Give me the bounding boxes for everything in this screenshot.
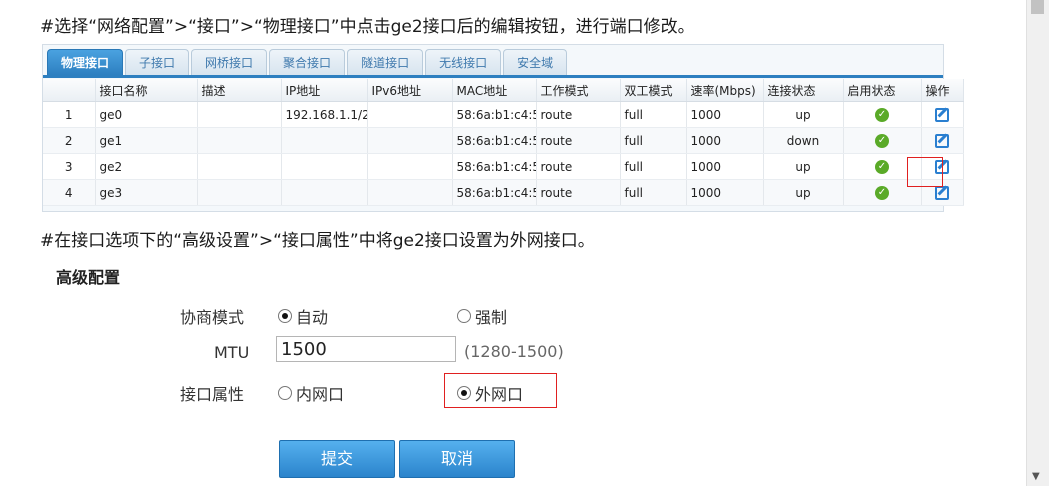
radio-unselected-icon[interactable] bbox=[278, 386, 292, 400]
row-desc bbox=[197, 127, 282, 154]
row-name: ge0 bbox=[95, 101, 198, 128]
mtu-input[interactable] bbox=[276, 336, 456, 362]
row-speed: 1000 bbox=[686, 127, 764, 154]
edit-icon[interactable] bbox=[935, 107, 949, 122]
tab-underline bbox=[43, 75, 943, 78]
tab-sub-interface[interactable]: 子接口 bbox=[125, 49, 190, 75]
row-desc bbox=[197, 153, 282, 180]
row-ipv6 bbox=[367, 127, 453, 154]
col-header-name[interactable]: 接口名称 bbox=[95, 79, 198, 102]
advanced-config-title: 高级配置 bbox=[56, 268, 121, 287]
row-link: up bbox=[763, 101, 844, 128]
row-speed: 1000 bbox=[686, 153, 764, 180]
row-mac: 58:6a:b1:c4:5 bbox=[452, 127, 537, 154]
wan-option-highlight bbox=[444, 373, 557, 408]
col-header-speed[interactable]: 速率(Mbps) bbox=[686, 79, 764, 102]
instruction-line-1: #选择“网络配置”>“接口”>“物理接口”中点击ge2接口后的编辑按钮，进行端口… bbox=[40, 17, 695, 37]
col-header-index bbox=[43, 79, 96, 102]
check-circle-icon: ✓ bbox=[875, 133, 889, 148]
interface-table: 接口名称 描述 IP地址 IPv6地址 MAC地址 工作模式 双工模式 速率(M… bbox=[43, 79, 964, 206]
row-mac: 58:6a:b1:c4:5 bbox=[452, 101, 537, 128]
tab-bridge-interface[interactable]: 网桥接口 bbox=[191, 49, 268, 75]
row-ip: 192.168.1.1/24 bbox=[281, 101, 368, 128]
edit-icon[interactable] bbox=[935, 133, 949, 148]
row-index: 1 bbox=[43, 101, 96, 128]
col-header-link[interactable]: 连接状态 bbox=[763, 79, 844, 102]
radio-unselected-icon[interactable] bbox=[457, 309, 471, 323]
negotiation-auto-label: 自动 bbox=[296, 308, 329, 327]
row-ip bbox=[281, 127, 368, 154]
row-desc bbox=[197, 179, 282, 206]
attribute-lan-radio[interactable]: 内网口 bbox=[278, 381, 344, 405]
row-mode: route bbox=[536, 127, 621, 154]
row-mode: route bbox=[536, 153, 621, 180]
check-circle-icon: ✓ bbox=[875, 185, 889, 200]
row-index: 4 bbox=[43, 179, 96, 206]
attribute-lan-label: 内网口 bbox=[296, 385, 345, 404]
edit-button-highlight bbox=[907, 157, 943, 187]
tab-wireless-interface[interactable]: 无线接口 bbox=[425, 49, 502, 75]
table-row[interactable]: 2 ge1 58:6a:b1:c4:5 route full 1000 down… bbox=[43, 127, 964, 154]
tab-aggregate-interface[interactable]: 聚合接口 bbox=[269, 49, 346, 75]
row-duplex: full bbox=[620, 179, 687, 206]
table-row[interactable]: 1 ge0 192.168.1.1/24 58:6a:b1:c4:5 route… bbox=[43, 101, 964, 128]
row-mode: route bbox=[536, 179, 621, 206]
scroll-down-arrow-icon[interactable]: ▼ bbox=[1032, 471, 1040, 482]
table-row[interactable]: 4 ge3 58:6a:b1:c4:5 route full 1000 up ✓ bbox=[43, 179, 964, 206]
table-header: 接口名称 描述 IP地址 IPv6地址 MAC地址 工作模式 双工模式 速率(M… bbox=[43, 79, 964, 102]
row-link: up bbox=[763, 153, 844, 180]
row-speed: 1000 bbox=[686, 179, 764, 206]
vertical-scrollbar[interactable]: ▼ bbox=[1026, 0, 1049, 486]
row-duplex: full bbox=[620, 101, 687, 128]
col-header-ipv6[interactable]: IPv6地址 bbox=[367, 79, 453, 102]
negotiation-auto-radio[interactable]: 自动 bbox=[278, 304, 328, 328]
col-header-mac[interactable]: MAC地址 bbox=[452, 79, 537, 102]
tab-physical-interface[interactable]: 物理接口 bbox=[47, 49, 124, 75]
row-index: 2 bbox=[43, 127, 96, 154]
interface-tabs: 物理接口 子接口 网桥接口 聚合接口 隧道接口 无线接口 安全域 bbox=[47, 47, 568, 75]
scrollbar-thumb[interactable] bbox=[1031, 0, 1044, 14]
row-name: ge2 bbox=[95, 153, 198, 180]
row-mac: 58:6a:b1:c4:5 bbox=[452, 179, 537, 206]
check-circle-icon: ✓ bbox=[875, 107, 889, 122]
row-link: up bbox=[763, 179, 844, 206]
row-speed: 1000 bbox=[686, 101, 764, 128]
row-name: ge1 bbox=[95, 127, 198, 154]
col-header-ip[interactable]: IP地址 bbox=[281, 79, 368, 102]
col-header-enabled[interactable]: 启用状态 bbox=[843, 79, 922, 102]
row-ipv6 bbox=[367, 101, 453, 128]
row-link: down bbox=[763, 127, 844, 154]
row-desc bbox=[197, 101, 282, 128]
row-ipv6 bbox=[367, 153, 453, 180]
tab-tunnel-interface[interactable]: 隧道接口 bbox=[347, 49, 424, 75]
row-ip bbox=[281, 179, 368, 206]
row-duplex: full bbox=[620, 127, 687, 154]
radio-selected-icon[interactable] bbox=[278, 309, 292, 323]
physical-interface-panel: 物理接口 子接口 网桥接口 聚合接口 隧道接口 无线接口 安全域 接口名称 描述… bbox=[42, 44, 964, 212]
row-ipv6 bbox=[367, 179, 453, 206]
interface-attribute-label: 接口属性 bbox=[180, 385, 245, 404]
cancel-button[interactable]: 取消 bbox=[399, 440, 515, 478]
row-mac: 58:6a:b1:c4:5 bbox=[452, 153, 537, 180]
row-index: 3 bbox=[43, 153, 96, 180]
col-header-desc[interactable]: 描述 bbox=[197, 79, 282, 102]
row-ip bbox=[281, 153, 368, 180]
edit-icon[interactable] bbox=[935, 185, 949, 200]
col-header-action: 操作 bbox=[921, 79, 964, 102]
row-mode: route bbox=[536, 101, 621, 128]
row-duplex: full bbox=[620, 153, 687, 180]
col-header-duplex[interactable]: 双工模式 bbox=[620, 79, 687, 102]
mtu-label: MTU bbox=[214, 343, 250, 362]
instruction-line-2: #在接口选项下的“高级设置”>“接口属性”中将ge2接口设置为外网接口。 bbox=[40, 231, 595, 251]
tab-security-zone[interactable]: 安全域 bbox=[503, 49, 568, 75]
table-row[interactable]: 3 ge2 58:6a:b1:c4:5 route full 1000 up ✓ bbox=[43, 153, 964, 180]
negotiation-force-label: 强制 bbox=[475, 308, 508, 327]
check-circle-icon: ✓ bbox=[875, 159, 889, 174]
col-header-mode[interactable]: 工作模式 bbox=[536, 79, 621, 102]
negotiation-mode-label: 协商模式 bbox=[180, 308, 245, 327]
row-name: ge3 bbox=[95, 179, 198, 206]
submit-button[interactable]: 提交 bbox=[279, 440, 395, 478]
negotiation-force-radio[interactable]: 强制 bbox=[457, 304, 507, 328]
mtu-range-hint: (1280-1500) bbox=[464, 342, 564, 361]
